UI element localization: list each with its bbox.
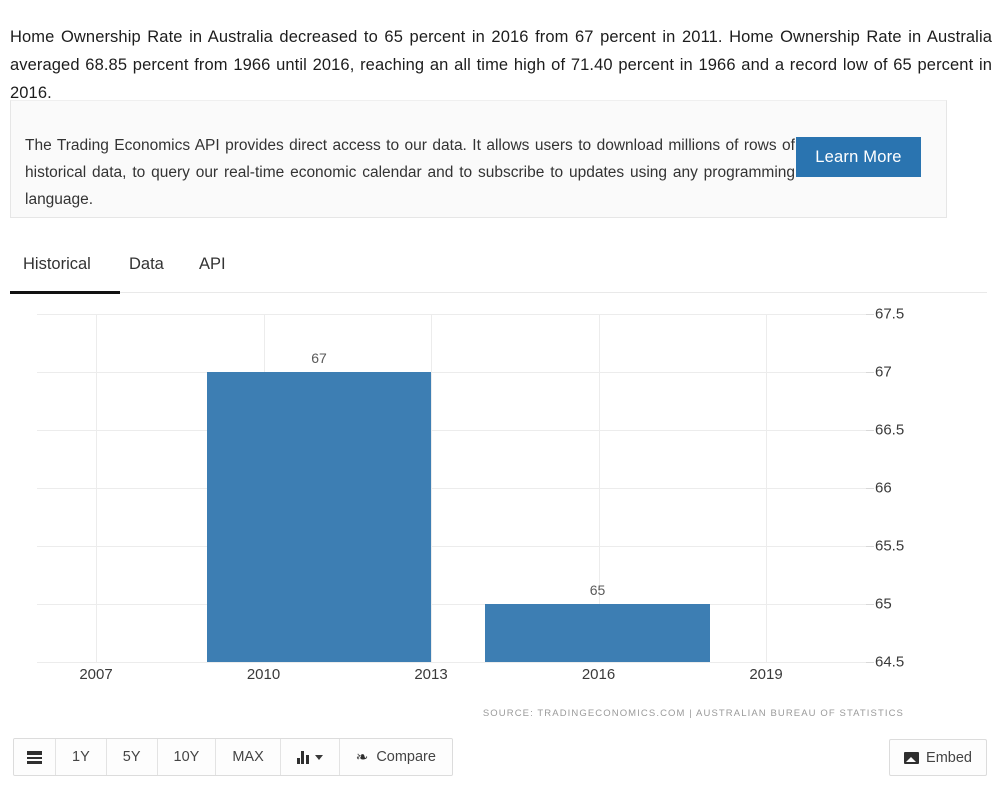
embed-label: Embed — [926, 749, 972, 766]
summary-paragraph: Home Ownership Rate in Australia decreas… — [10, 27, 992, 102]
bar-value-label: 67 — [311, 350, 327, 366]
image-icon — [904, 751, 920, 764]
x-axis-tick-label: 2010 — [246, 666, 281, 683]
y-axis-tick-mark — [866, 546, 874, 547]
range-button-5y[interactable]: 5Y — [106, 739, 158, 775]
chart-plot-area[interactable]: 67 65 — [37, 314, 866, 663]
range-button-max[interactable]: MAX — [216, 739, 281, 775]
chart-bar[interactable] — [207, 372, 431, 662]
y-axis-tick-label: 66 — [875, 479, 892, 497]
gridline-vertical — [766, 314, 767, 662]
compare-button[interactable]: ❧ Compare — [339, 739, 452, 775]
y-axis-tick-mark — [866, 430, 874, 431]
gridline-vertical — [96, 314, 97, 662]
chart-source-label: SOURCE: TRADINGECONOMICS.COM | AUSTRALIA… — [482, 708, 904, 719]
gridline-horizontal — [37, 546, 866, 547]
x-axis-tick-label: 2013 — [414, 666, 448, 683]
tab-api[interactable]: API — [197, 251, 228, 288]
range-button-1y[interactable]: 1Y — [56, 739, 107, 775]
y-axis-tick-label: 67 — [875, 363, 892, 381]
x-axis-tick-label: 2016 — [581, 666, 616, 683]
gridline-horizontal — [37, 604, 866, 605]
api-promo-text: The Trading Economics API provides direc… — [25, 136, 795, 208]
y-axis-tick-label: 67.5 — [875, 305, 905, 323]
gridline-horizontal — [37, 372, 866, 373]
gridline-horizontal — [37, 314, 866, 315]
y-axis-tick-mark — [866, 662, 874, 663]
y-axis-tick-mark — [866, 314, 874, 315]
gridline-horizontal — [37, 662, 866, 663]
bar-chart-icon — [296, 750, 309, 764]
menu-button[interactable] — [14, 739, 56, 775]
hamburger-menu-icon — [27, 750, 42, 764]
learn-more-button[interactable]: Learn More — [796, 137, 921, 177]
chart-bar[interactable] — [485, 604, 710, 662]
gridline-vertical — [431, 314, 432, 662]
x-axis-tick-label: 2019 — [749, 666, 783, 683]
tab-bar: Historical Data API — [10, 245, 987, 293]
range-button-10y[interactable]: 10Y — [157, 739, 217, 775]
tab-data[interactable]: Data — [127, 251, 166, 288]
chart-type-dropdown[interactable] — [280, 739, 340, 775]
gridline-horizontal — [37, 488, 866, 489]
shuffle-icon: ❧ — [355, 748, 369, 766]
page-root: Home Ownership Rate in Australia decreas… — [0, 0, 1000, 802]
chart-panel[interactable]: 67 65 67.5 67 66.5 66 65.5 65 64.5 2007 2010 2013 2… — [0, 300, 1000, 730]
api-promo-box: The Trading Economics API provides direc… — [10, 100, 947, 218]
bar-value-label: 65 — [589, 582, 606, 598]
chevron-down-icon — [314, 754, 323, 760]
compare-label: Compare — [376, 749, 436, 765]
gridline-horizontal — [37, 430, 866, 431]
y-axis-tick-mark — [866, 372, 874, 373]
x-axis-tick-label: 2007 — [79, 666, 113, 683]
y-axis-tick-label: 66.5 — [875, 421, 905, 439]
tab-historical[interactable]: Historical — [21, 251, 93, 288]
active-tab-indicator — [10, 291, 120, 294]
y-axis-tick-mark — [866, 604, 874, 605]
y-axis-tick-label: 64.5 — [875, 653, 905, 671]
y-axis-tick-mark — [866, 488, 874, 489]
y-axis-tick-label: 65 — [875, 595, 892, 613]
chart-toolbar[interactable]: 1Y 5Y 10Y MAX ❧ Compare — [13, 738, 453, 776]
embed-button[interactable]: Embed — [889, 739, 987, 776]
y-axis-tick-label: 65.5 — [875, 537, 905, 555]
